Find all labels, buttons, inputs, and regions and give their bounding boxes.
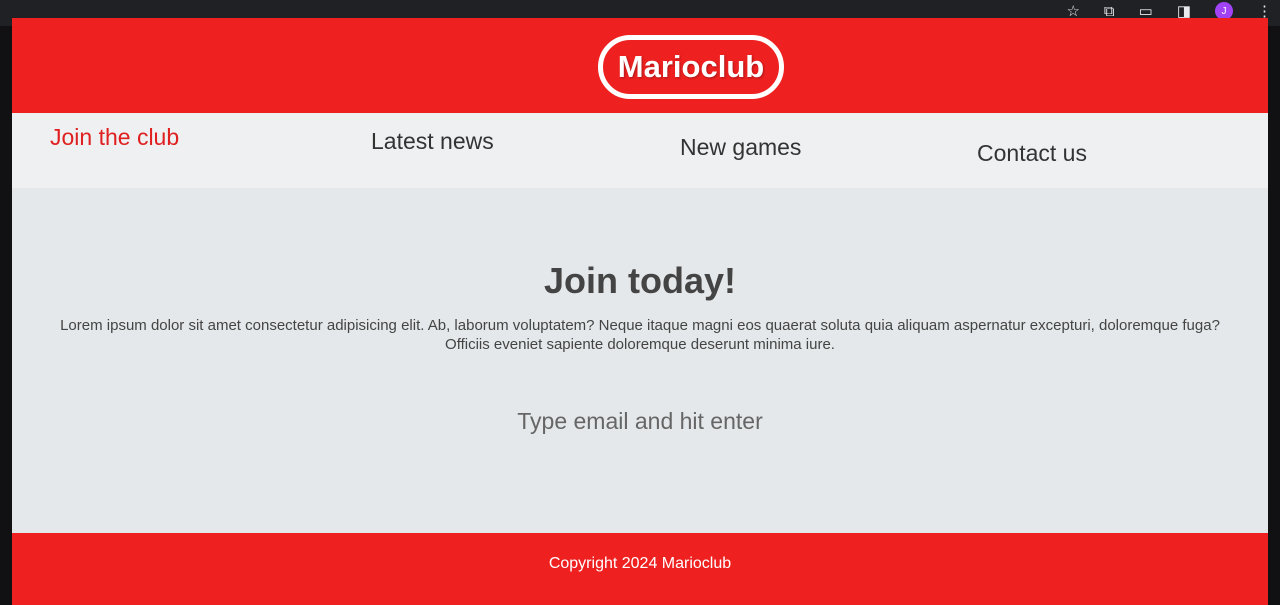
site-logo[interactable]: Marioclub (598, 35, 784, 99)
site-footer: Copyright 2024 Marioclub (12, 533, 1268, 605)
extensions-icon[interactable]: ⧉ (1104, 3, 1115, 20)
nav-new-games[interactable]: New games (680, 134, 801, 161)
site-header: Marioclub (12, 18, 1268, 113)
join-description: Lorem ipsum dolor sit amet consectetur a… (60, 317, 1220, 353)
join-title: Join today! (543, 260, 736, 301)
nav-join-the-club[interactable]: Join the club (50, 124, 179, 151)
join-section: Join today! Lorem ipsum dolor sit amet c… (12, 188, 1268, 533)
nav-latest-news[interactable]: Latest news (371, 128, 494, 155)
email-input[interactable] (440, 401, 840, 441)
copyright-text: Copyright 2024 Marioclub (548, 555, 732, 572)
web-page: Marioclub Join the club Latest news New … (12, 18, 1268, 605)
main-nav: Join the club Latest news New games Cont… (12, 113, 1268, 188)
nav-contact-us[interactable]: Contact us (977, 140, 1087, 167)
